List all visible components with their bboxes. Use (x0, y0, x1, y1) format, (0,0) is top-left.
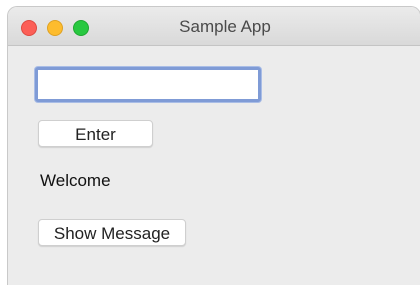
show-message-button[interactable]: Show Message (38, 219, 186, 246)
enter-button[interactable]: Enter (38, 120, 153, 147)
window-title-text: Sample App (179, 17, 271, 36)
welcome-label: Welcome (40, 171, 111, 190)
text-input[interactable] (35, 67, 261, 102)
app-window: Sample App Enter Welcome Show Message (8, 7, 420, 285)
window-title: Sample App (8, 17, 420, 37)
title-bar[interactable]: Sample App (8, 7, 420, 46)
